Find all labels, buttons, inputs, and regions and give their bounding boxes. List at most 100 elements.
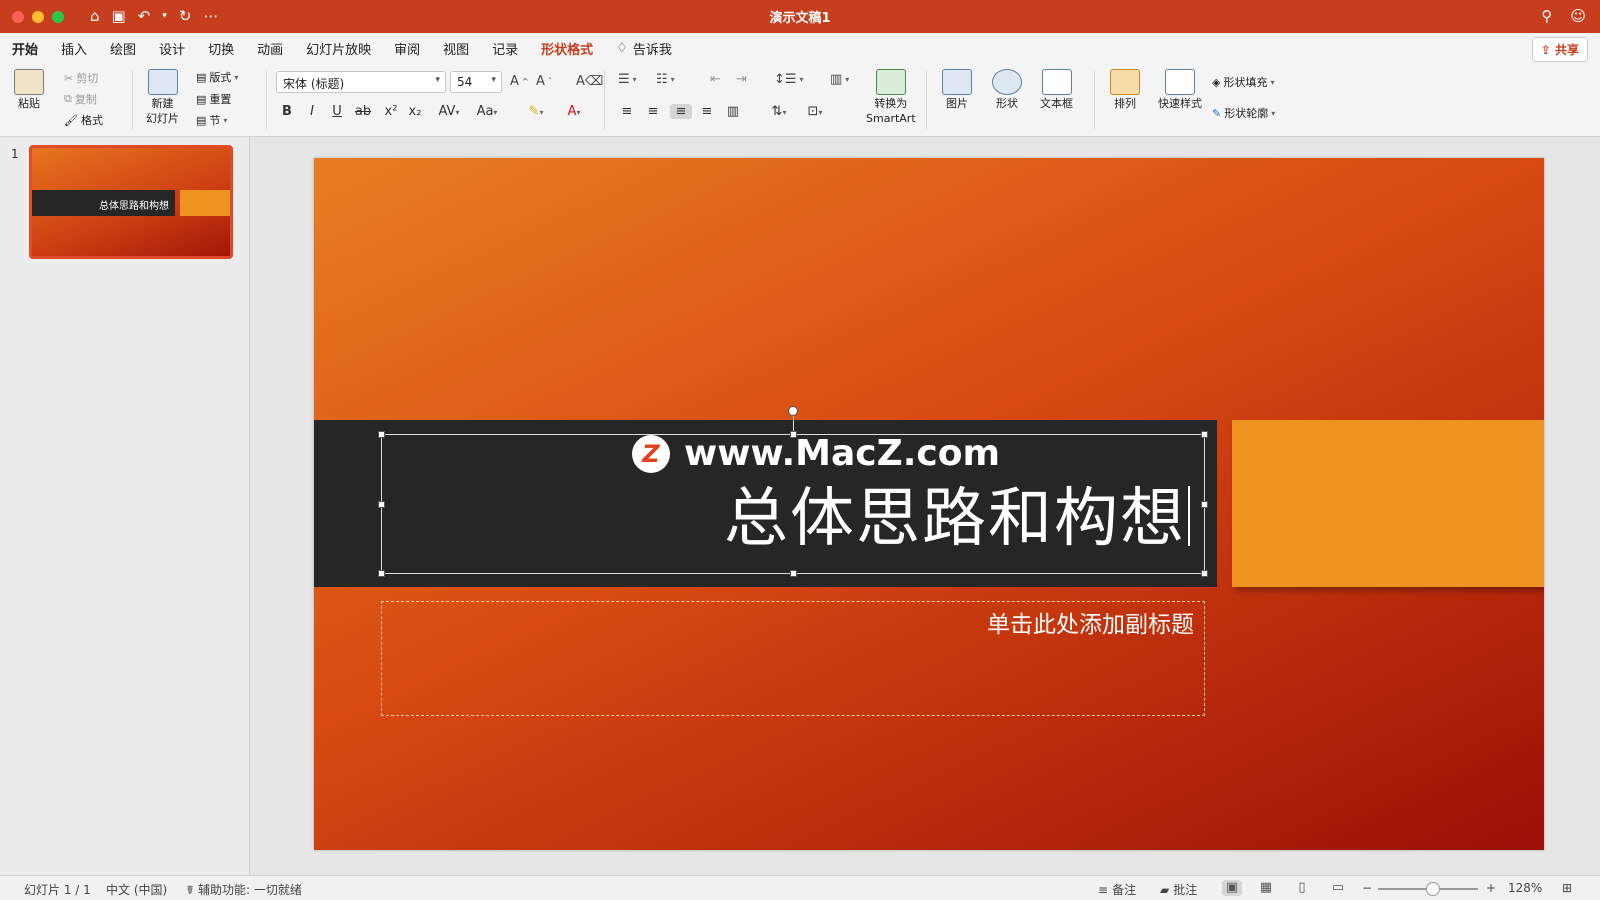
chevron-down-icon: ▾ [234,72,239,82]
resize-handle[interactable] [378,431,385,438]
reset-button[interactable]: ▤ 重置 [196,91,231,107]
distributed-icon[interactable]: ▥ [724,104,742,119]
resize-handle[interactable] [790,570,797,577]
paste-button[interactable]: 粘贴 [14,69,44,110]
tab-record[interactable]: 记录 [492,35,518,62]
decrease-indent-icon[interactable]: ⇤ [710,72,721,87]
shape-outline-button[interactable]: ✎ 形状轮廓 ▾ [1212,105,1275,121]
shape-icon [992,69,1022,95]
smartart-icon [875,69,906,95]
new-slide-button[interactable]: 新建 幻灯片 [146,69,179,125]
bullets-icon[interactable]: ☰ ▾ [618,72,637,87]
strikethrough-icon[interactable]: ab [354,104,372,119]
superscript-icon[interactable]: x² [382,104,400,119]
numbering-icon[interactable]: ☷ ▾ [656,72,675,87]
subscript-icon[interactable]: x₂ [406,104,424,119]
accessibility-status[interactable]: ☤ 辅助功能: 一切就绪 [186,881,302,898]
bold-icon[interactable]: B [278,104,296,119]
undo-icon[interactable]: ↶ [138,9,151,24]
reading-view-icon[interactable]: ▯ [1292,880,1312,896]
resize-handle[interactable] [1201,570,1208,577]
increase-indent-icon[interactable]: ⇥ [736,72,747,87]
resize-handle[interactable] [1201,501,1208,508]
arrange-button[interactable]: 排列 [1110,69,1140,110]
tab-view[interactable]: 视图 [443,35,469,62]
more-icon[interactable]: ⋯ [203,9,218,24]
zoom-in-icon[interactable]: + [1486,881,1496,895]
align-right-icon[interactable]: ≡ [670,104,692,119]
character-spacing-icon[interactable]: AV▾ [434,104,464,119]
cut-button[interactable]: ✂ 剪切 [64,70,98,86]
zoom-out-icon[interactable]: − [1362,881,1372,895]
save-icon[interactable]: ▣ [112,9,126,24]
tell-me[interactable]: ♢ 告诉我 [616,39,672,58]
format-painter-button[interactable]: 🖌 格式 [64,112,103,128]
rotate-handle[interactable] [788,406,798,416]
increase-font-size-icon[interactable]: A ^ [510,74,529,89]
textbox-button[interactable]: 文本框 [1040,69,1073,110]
comments-button[interactable]: ▰ 批注 [1160,881,1197,898]
change-case-icon[interactable]: Aa▾ [472,104,502,119]
font-name-select[interactable]: 宋体 (标题) ▾ [276,71,446,93]
undo-dropdown-chevron-icon[interactable]: ▾ [162,12,167,21]
align-center-icon[interactable]: ≡ [644,104,662,119]
maximize-window-button[interactable] [52,10,64,23]
minimize-window-button[interactable] [32,10,44,23]
justify-icon[interactable]: ≡ [698,104,716,119]
tab-design[interactable]: 设计 [159,35,185,62]
subtitle-placeholder[interactable]: 单击此处添加副标题 [381,601,1205,716]
clear-formatting-icon[interactable]: A⌫ [576,74,603,89]
font-size-select[interactable]: 54 ▾ [450,71,502,93]
text-direction-icon[interactable]: ⇅▾ [764,104,794,119]
zoom-level[interactable]: 128% [1508,881,1542,895]
tab-review[interactable]: 审阅 [394,35,420,62]
decrease-font-size-icon[interactable]: Aˇ [536,74,552,89]
close-window-button[interactable] [12,10,24,23]
quick-styles-button[interactable]: 快速样式 [1158,69,1202,110]
tab-slideshow[interactable]: 幻灯片放映 [306,35,371,62]
tab-transitions[interactable]: 切换 [208,35,234,62]
layout-icon: ▤ [196,70,207,84]
paste-label: 粘贴 [18,97,40,110]
reset-label: 重置 [209,93,232,106]
picture-button[interactable]: 图片 [942,69,972,110]
zoom-slider-thumb[interactable] [1426,882,1440,896]
italic-icon[interactable]: I [303,104,321,119]
slide-sorter-icon[interactable]: ▦ [1256,880,1276,896]
slideshow-view-icon[interactable]: ▭ [1328,880,1348,896]
align-text-icon[interactable]: ⊡▾ [800,104,830,119]
redo-icon[interactable]: ↻ [179,9,192,24]
convert-smartart-button[interactable]: 转换为 SmartArt [866,69,916,125]
account-icon[interactable]: ☺ [1570,7,1586,25]
tab-shape-format[interactable]: 形状格式 [541,35,593,62]
font-color-icon[interactable]: A▾ [560,104,588,119]
copy-icon: ⧉ [64,92,72,105]
resize-handle[interactable] [378,570,385,577]
layout-button[interactable]: ▤ 版式 ▾ [196,69,238,85]
slide-thumbnail[interactable]: 总体思路和构想 [29,145,233,259]
section-button[interactable]: ▤ 节 ▾ [196,112,227,128]
tab-draw[interactable]: 绘图 [110,35,136,62]
highlight-icon[interactable]: ✎▾ [522,104,550,119]
copy-button[interactable]: ⧉ 复制 [64,91,97,107]
shape-fill-button[interactable]: ◈ 形状填充 ▾ [1212,74,1274,90]
line-spacing-icon[interactable]: ↕☰ ▾ [774,72,804,87]
resize-handle[interactable] [378,501,385,508]
accessibility-icon: ☤ [186,882,195,897]
fit-to-window-icon[interactable]: ⊞ [1562,881,1572,895]
slide[interactable]: 总体思路和构想 Z www.MacZ.com 单击此处添加副标题 [314,158,1544,850]
columns-icon[interactable]: ▥ ▾ [830,72,849,87]
underline-icon[interactable]: U [328,104,346,119]
resize-handle[interactable] [1201,431,1208,438]
tab-animations[interactable]: 动画 [257,35,283,62]
shape-button[interactable]: 形状 [992,69,1022,110]
share-button[interactable]: ⇪ 共享 [1531,37,1588,62]
tab-home[interactable]: 开始 [12,35,39,66]
align-left-icon[interactable]: ≡ [618,104,636,119]
search-icon[interactable]: ⚲ [1541,7,1552,25]
normal-view-icon[interactable]: ▣ [1222,880,1242,896]
tab-insert[interactable]: 插入 [61,35,87,62]
notes-button[interactable]: ≡ 备注 [1098,881,1136,898]
language-indicator[interactable]: 中文 (中国) [106,881,167,898]
home-icon[interactable]: ⌂ [90,9,100,24]
